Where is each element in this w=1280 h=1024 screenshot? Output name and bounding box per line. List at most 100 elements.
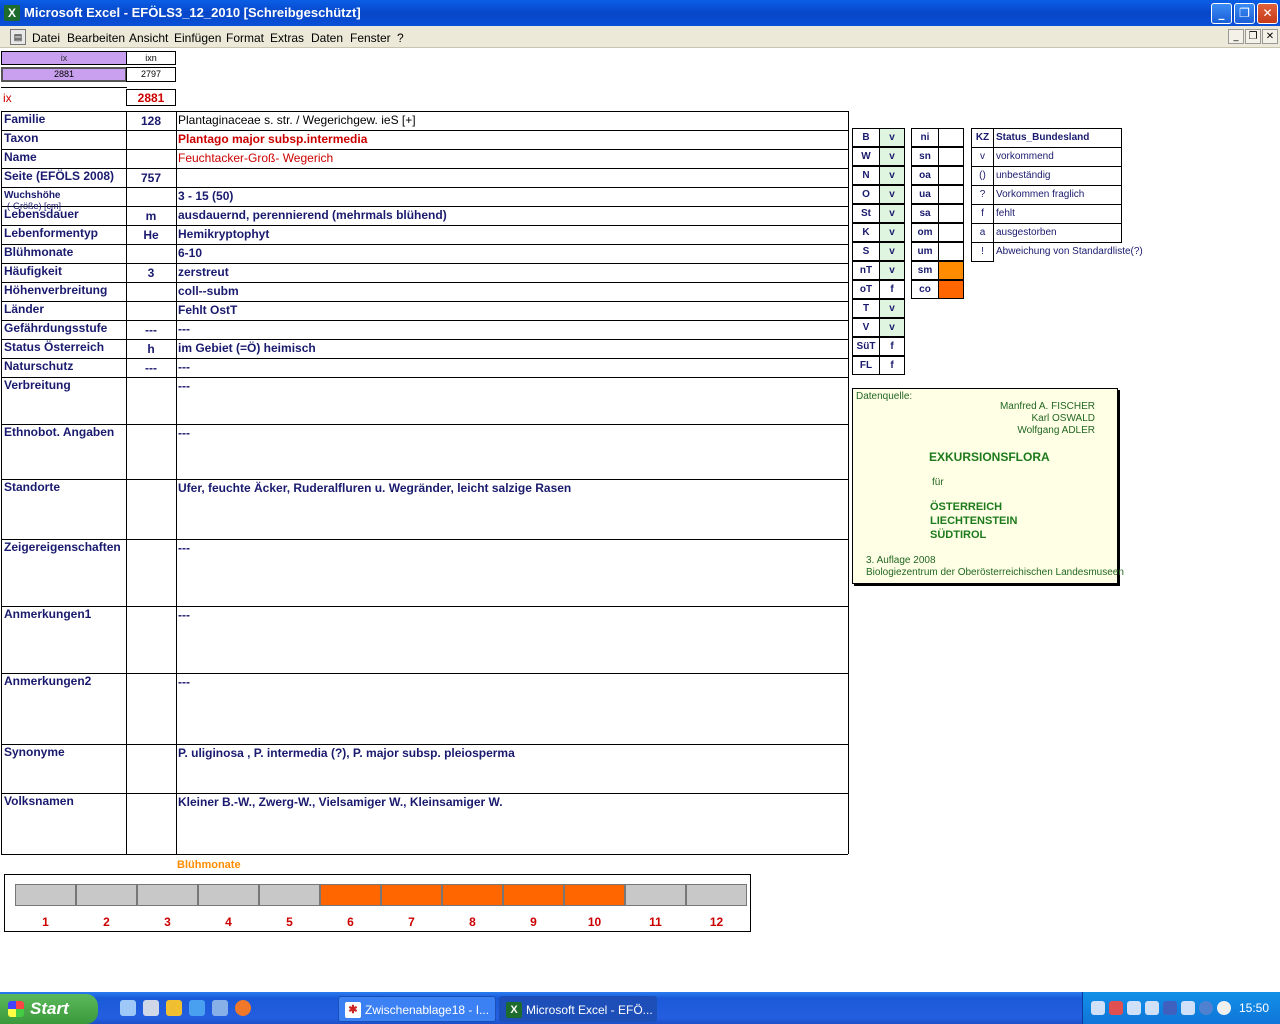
start-button[interactable]: Start xyxy=(0,994,98,1024)
doc-restore-button[interactable]: ❐ xyxy=(1245,29,1261,44)
region-value-4[interactable] xyxy=(938,185,964,204)
region-code-3[interactable]: oa xyxy=(911,166,939,185)
doc-minimize-button[interactable]: _ xyxy=(1228,29,1244,44)
row-code-4[interactable]: 757 xyxy=(126,171,176,185)
row-value-16[interactable]: --- xyxy=(178,426,846,440)
state-value-10[interactable]: v xyxy=(879,299,905,318)
menu-format[interactable]: Format xyxy=(226,31,264,45)
state-code-3[interactable]: N xyxy=(852,166,880,185)
region-value-6[interactable] xyxy=(938,223,964,242)
menu-fenster[interactable]: Fenster xyxy=(350,31,391,45)
doc-close-button[interactable]: ✕ xyxy=(1262,29,1278,44)
explorer-icon[interactable] xyxy=(143,1000,159,1016)
shield-icon[interactable] xyxy=(1163,1001,1177,1015)
state-value-6[interactable]: v xyxy=(879,223,905,242)
row-value-15[interactable]: --- xyxy=(178,379,846,393)
row-value-13[interactable]: im Gebiet (=Ö) heimisch xyxy=(178,341,846,355)
row-value-7[interactable]: Hemikryptophyt xyxy=(178,227,846,241)
row-value-11[interactable]: Fehlt OstT xyxy=(178,303,846,317)
state-code-7[interactable]: S xyxy=(852,242,880,261)
state-value-4[interactable]: v xyxy=(879,185,905,204)
state-code-10[interactable]: T xyxy=(852,299,880,318)
document-icon[interactable]: ▤ xyxy=(10,29,26,45)
state-code-8[interactable]: nT xyxy=(852,261,880,280)
menu-bearbeiten[interactable]: Bearbeiten xyxy=(67,31,125,45)
region-value-9[interactable] xyxy=(938,280,964,299)
internet-explorer-icon[interactable] xyxy=(189,1000,205,1016)
search-icon[interactable] xyxy=(1127,1001,1141,1015)
network-icon[interactable] xyxy=(1091,1001,1105,1015)
restore-button[interactable]: ❐ xyxy=(1234,3,1255,24)
row-code-14[interactable]: --- xyxy=(126,361,176,375)
menu-einfuegen[interactable]: Einfügen xyxy=(174,31,221,45)
region-code-8[interactable]: sm xyxy=(911,261,939,280)
row-value-6[interactable]: ausdauernd, perennierend (mehrmals blühe… xyxy=(178,208,846,222)
state-value-5[interactable]: v xyxy=(879,204,905,223)
worksheet[interactable]: ix ixn 2881 2797 ix 2881 Familie 128 Plant… xyxy=(0,49,1280,992)
row-code-1[interactable]: 128 xyxy=(126,114,176,128)
region-code-4[interactable]: ua xyxy=(911,185,939,204)
region-code-1[interactable]: ni xyxy=(911,128,939,147)
state-code-1[interactable]: B xyxy=(852,128,880,147)
state-code-12[interactable]: SüT xyxy=(852,337,880,356)
row-value-3[interactable]: Feuchtacker-Groß- Wegerich xyxy=(178,151,846,165)
state-code-6[interactable]: K xyxy=(852,223,880,242)
menu-extras[interactable]: Extras xyxy=(270,31,304,45)
row-code-7[interactable]: He xyxy=(126,228,176,242)
row-value-17[interactable]: Ufer, feuchte Äcker, Ruderalfluren u. We… xyxy=(178,481,846,495)
monitor-icon[interactable] xyxy=(1181,1001,1195,1015)
row-value-10[interactable]: coll--subm xyxy=(178,284,846,298)
menu-ansicht[interactable]: Ansicht xyxy=(129,31,168,45)
update-icon[interactable] xyxy=(1217,1001,1231,1015)
alert-icon[interactable] xyxy=(1109,1001,1123,1015)
region-code-2[interactable]: sn xyxy=(911,147,939,166)
media-player-icon[interactable] xyxy=(166,1000,182,1016)
region-code-7[interactable]: um xyxy=(911,242,939,261)
row-code-9[interactable]: 3 xyxy=(126,266,176,280)
row-value-22[interactable]: Kleiner B.-W., Zwerg-W., Vielsamiger W.,… xyxy=(178,795,846,809)
state-value-3[interactable]: v xyxy=(879,166,905,185)
state-value-2[interactable]: v xyxy=(879,147,905,166)
menu-daten[interactable]: Daten xyxy=(311,31,343,45)
state-code-4[interactable]: O xyxy=(852,185,880,204)
menu-datei[interactable]: Datei xyxy=(32,31,60,45)
region-code-9[interactable]: co xyxy=(911,280,939,299)
task-excel[interactable]: X Microsoft Excel - EFÖ... xyxy=(499,996,657,1022)
state-value-1[interactable]: v xyxy=(879,128,905,147)
row-value-12[interactable]: --- xyxy=(178,322,846,336)
show-desktop-icon[interactable] xyxy=(120,1000,136,1016)
task-zwischenablage[interactable]: ✱ Zwischenablage18 - I... xyxy=(338,996,496,1022)
row-code-13[interactable]: h xyxy=(126,342,176,356)
state-value-8[interactable]: v xyxy=(879,261,905,280)
row-value-2[interactable]: Plantago major subsp.intermedia xyxy=(178,132,846,146)
state-value-11[interactable]: v xyxy=(879,318,905,337)
state-value-13[interactable]: f xyxy=(879,356,905,375)
row-value-18[interactable]: --- xyxy=(178,541,846,555)
info-icon[interactable] xyxy=(1199,1001,1213,1015)
row-value-9[interactable]: zerstreut xyxy=(178,265,846,279)
state-value-7[interactable]: v xyxy=(879,242,905,261)
region-code-5[interactable]: sa xyxy=(911,204,939,223)
state-code-5[interactable]: St xyxy=(852,204,880,223)
outlook-icon[interactable] xyxy=(212,1000,228,1016)
state-value-9[interactable]: f xyxy=(879,280,905,299)
row-value-14[interactable]: --- xyxy=(178,360,846,374)
region-value-1[interactable] xyxy=(938,128,964,147)
state-code-13[interactable]: FL xyxy=(852,356,880,375)
menu-help[interactable]: ? xyxy=(397,31,404,45)
close-button[interactable]: ✕ xyxy=(1257,3,1278,24)
region-value-3[interactable] xyxy=(938,166,964,185)
minimize-button[interactable]: _ xyxy=(1211,3,1232,24)
state-code-9[interactable]: oT xyxy=(852,280,880,299)
row-value-5[interactable]: 3 - 15 (50) xyxy=(178,189,846,203)
region-value-8[interactable] xyxy=(938,261,964,280)
row-value-21[interactable]: P. uliginosa , P. intermedia (?), P. maj… xyxy=(178,746,846,760)
row-code-6[interactable]: m xyxy=(126,209,176,223)
row-value-1[interactable]: Plantaginaceae s. str. / Wegerichgew. ie… xyxy=(178,113,846,127)
settings-icon[interactable] xyxy=(1145,1001,1159,1015)
row-value-19[interactable]: --- xyxy=(178,608,846,622)
region-value-2[interactable] xyxy=(938,147,964,166)
row-value-20[interactable]: --- xyxy=(178,675,846,689)
row-code-12[interactable]: --- xyxy=(126,323,176,337)
firefox-icon[interactable] xyxy=(235,1000,251,1016)
